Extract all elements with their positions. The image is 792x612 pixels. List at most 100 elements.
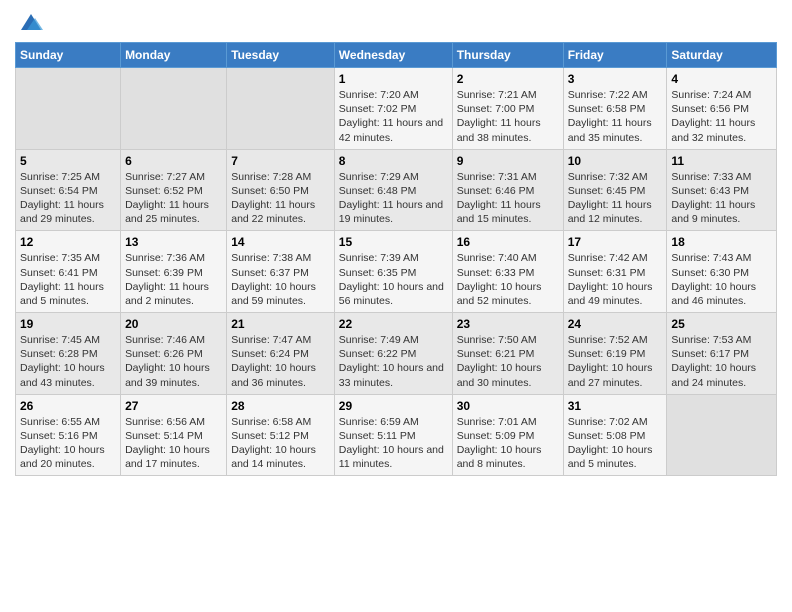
calendar-table: SundayMondayTuesdayWednesdayThursdayFrid… bbox=[15, 42, 777, 476]
calendar-cell: 2Sunrise: 7:21 AMSunset: 7:00 PMDaylight… bbox=[452, 68, 563, 150]
day-info: Sunrise: 7:43 AMSunset: 6:30 PMDaylight:… bbox=[671, 251, 772, 308]
calendar-cell: 23 Sunrise: 7:50 AMSunset: 6:21 PMDayligh… bbox=[452, 313, 563, 395]
day-number: 11 bbox=[671, 154, 772, 168]
day-info: Sunrise: 7:02 AMSunset: 5:08 PMDaylight:… bbox=[568, 415, 663, 472]
calendar-cell: 21Sunrise: 7:47 AMSunset: 6:24 PMDayligh… bbox=[227, 313, 335, 395]
calendar-cell: 3 Sunrise: 7:22 AMSunset: 6:58 PMDaylight… bbox=[563, 68, 667, 150]
day-number: 3 bbox=[568, 72, 663, 86]
day-number: 5 bbox=[20, 154, 116, 168]
weekday-monday: Monday bbox=[121, 43, 227, 68]
calendar-cell bbox=[667, 394, 777, 476]
weekday-header-row: SundayMondayTuesdayWednesdayThursdayFrid… bbox=[16, 43, 777, 68]
calendar-cell: 22Sunrise: 7:49 AMSunset: 6:22 PMDayligh… bbox=[334, 313, 452, 395]
day-info: Sunrise: 6:55 AMSunset: 5:16 PMDaylight:… bbox=[20, 415, 116, 472]
day-number: 13 bbox=[125, 235, 222, 249]
calendar-cell: 27 Sunrise: 6:56 AMSunset: 5:14 PMDayligh… bbox=[121, 394, 227, 476]
day-info: Sunrise: 6:56 AMSunset: 5:14 PMDaylight:… bbox=[125, 415, 222, 472]
calendar-cell: 4 Sunrise: 7:24 AMSunset: 6:56 PMDaylight… bbox=[667, 68, 777, 150]
day-number: 30 bbox=[457, 399, 559, 413]
day-number: 31 bbox=[568, 399, 663, 413]
calendar-cell: 1 Sunrise: 7:20 AMSunset: 7:02 PMDaylight… bbox=[334, 68, 452, 150]
calendar-cell: 19 Sunrise: 7:45 AMSunset: 6:28 PMDayligh… bbox=[16, 313, 121, 395]
weekday-thursday: Thursday bbox=[452, 43, 563, 68]
calendar-cell: 17 Sunrise: 7:42 AMSunset: 6:31 PMDayligh… bbox=[563, 231, 667, 313]
calendar-cell: 6 Sunrise: 7:27 AMSunset: 6:52 PMDaylight… bbox=[121, 149, 227, 231]
weekday-saturday: Saturday bbox=[667, 43, 777, 68]
calendar-cell: 31 Sunrise: 7:02 AMSunset: 5:08 PMDayligh… bbox=[563, 394, 667, 476]
day-info: Sunrise: 7:27 AMSunset: 6:52 PMDaylight:… bbox=[125, 170, 222, 227]
calendar-cell: 5Sunrise: 7:25 AMSunset: 6:54 PMDaylight… bbox=[16, 149, 121, 231]
week-row-0: 1 Sunrise: 7:20 AMSunset: 7:02 PMDaylight… bbox=[16, 68, 777, 150]
calendar-cell: 7 Sunrise: 7:28 AMSunset: 6:50 PMDaylight… bbox=[227, 149, 335, 231]
calendar-cell: 11 Sunrise: 7:33 AMSunset: 6:43 PMDayligh… bbox=[667, 149, 777, 231]
header bbox=[15, 10, 777, 34]
day-number: 7 bbox=[231, 154, 330, 168]
calendar-cell: 30 Sunrise: 7:01 AMSunset: 5:09 PMDayligh… bbox=[452, 394, 563, 476]
day-info: Sunrise: 7:53 AMSunset: 6:17 PMDaylight:… bbox=[671, 333, 772, 390]
calendar-cell: 10Sunrise: 7:32 AMSunset: 6:45 PMDayligh… bbox=[563, 149, 667, 231]
calendar-cell bbox=[121, 68, 227, 150]
day-number: 21 bbox=[231, 317, 330, 331]
day-info: Sunrise: 7:33 AMSunset: 6:43 PMDaylight:… bbox=[671, 170, 772, 227]
day-number: 26 bbox=[20, 399, 116, 413]
day-info: Sunrise: 7:31 AMSunset: 6:46 PMDaylight:… bbox=[457, 170, 559, 227]
day-number: 4 bbox=[671, 72, 772, 86]
calendar-cell: 15Sunrise: 7:39 AMSunset: 6:35 PMDayligh… bbox=[334, 231, 452, 313]
calendar-cell bbox=[227, 68, 335, 150]
weekday-tuesday: Tuesday bbox=[227, 43, 335, 68]
day-number: 17 bbox=[568, 235, 663, 249]
day-info: Sunrise: 7:40 AMSunset: 6:33 PMDaylight:… bbox=[457, 251, 559, 308]
logo bbox=[15, 10, 43, 34]
day-info: Sunrise: 7:52 AMSunset: 6:19 PMDaylight:… bbox=[568, 333, 663, 390]
day-info: Sunrise: 7:36 AMSunset: 6:39 PMDaylight:… bbox=[125, 251, 222, 308]
calendar-cell: 28 Sunrise: 6:58 AMSunset: 5:12 PMDayligh… bbox=[227, 394, 335, 476]
day-number: 12 bbox=[20, 235, 116, 249]
day-info: Sunrise: 7:24 AMSunset: 6:56 PMDaylight:… bbox=[671, 88, 772, 145]
day-info: Sunrise: 7:28 AMSunset: 6:50 PMDaylight:… bbox=[231, 170, 330, 227]
day-number: 2 bbox=[457, 72, 559, 86]
week-row-4: 26 Sunrise: 6:55 AMSunset: 5:16 PMDayligh… bbox=[16, 394, 777, 476]
weekday-sunday: Sunday bbox=[16, 43, 121, 68]
day-number: 22 bbox=[339, 317, 448, 331]
day-info: Sunrise: 7:01 AMSunset: 5:09 PMDaylight:… bbox=[457, 415, 559, 472]
day-number: 6 bbox=[125, 154, 222, 168]
day-info: Sunrise: 7:32 AMSunset: 6:45 PMDaylight:… bbox=[568, 170, 663, 227]
weekday-wednesday: Wednesday bbox=[334, 43, 452, 68]
day-number: 9 bbox=[457, 154, 559, 168]
calendar-cell: 18 Sunrise: 7:43 AMSunset: 6:30 PMDayligh… bbox=[667, 231, 777, 313]
calendar-cell: 13 Sunrise: 7:36 AMSunset: 6:39 PMDayligh… bbox=[121, 231, 227, 313]
day-info: Sunrise: 7:22 AMSunset: 6:58 PMDaylight:… bbox=[568, 88, 663, 145]
weekday-friday: Friday bbox=[563, 43, 667, 68]
day-number: 1 bbox=[339, 72, 448, 86]
logo-icon bbox=[19, 10, 43, 34]
day-info: Sunrise: 7:38 AMSunset: 6:37 PMDaylight:… bbox=[231, 251, 330, 308]
day-info: Sunrise: 7:50 AMSunset: 6:21 PMDaylight:… bbox=[457, 333, 559, 390]
day-info: Sunrise: 6:59 AMSunset: 5:11 PMDaylight:… bbox=[339, 415, 448, 472]
calendar-cell: 20 Sunrise: 7:46 AMSunset: 6:26 PMDayligh… bbox=[121, 313, 227, 395]
calendar-cell: 24Sunrise: 7:52 AMSunset: 6:19 PMDayligh… bbox=[563, 313, 667, 395]
day-number: 19 bbox=[20, 317, 116, 331]
day-number: 28 bbox=[231, 399, 330, 413]
week-row-3: 19 Sunrise: 7:45 AMSunset: 6:28 PMDayligh… bbox=[16, 313, 777, 395]
calendar-cell: 29Sunrise: 6:59 AMSunset: 5:11 PMDayligh… bbox=[334, 394, 452, 476]
day-number: 8 bbox=[339, 154, 448, 168]
week-row-2: 12 Sunrise: 7:35 AMSunset: 6:41 PMDayligh… bbox=[16, 231, 777, 313]
calendar-cell: 8Sunrise: 7:29 AMSunset: 6:48 PMDaylight… bbox=[334, 149, 452, 231]
day-info: Sunrise: 7:35 AMSunset: 6:41 PMDaylight:… bbox=[20, 251, 116, 308]
day-number: 16 bbox=[457, 235, 559, 249]
day-number: 20 bbox=[125, 317, 222, 331]
day-number: 18 bbox=[671, 235, 772, 249]
day-info: Sunrise: 6:58 AMSunset: 5:12 PMDaylight:… bbox=[231, 415, 330, 472]
day-number: 23 bbox=[457, 317, 559, 331]
calendar-cell: 26 Sunrise: 6:55 AMSunset: 5:16 PMDayligh… bbox=[16, 394, 121, 476]
calendar-page: SundayMondayTuesdayWednesdayThursdayFrid… bbox=[0, 0, 792, 612]
calendar-cell: 14 Sunrise: 7:38 AMSunset: 6:37 PMDayligh… bbox=[227, 231, 335, 313]
calendar-cell: 9 Sunrise: 7:31 AMSunset: 6:46 PMDaylight… bbox=[452, 149, 563, 231]
day-info: Sunrise: 7:46 AMSunset: 6:26 PMDaylight:… bbox=[125, 333, 222, 390]
day-info: Sunrise: 7:42 AMSunset: 6:31 PMDaylight:… bbox=[568, 251, 663, 308]
day-info: Sunrise: 7:45 AMSunset: 6:28 PMDaylight:… bbox=[20, 333, 116, 390]
calendar-cell: 16 Sunrise: 7:40 AMSunset: 6:33 PMDayligh… bbox=[452, 231, 563, 313]
day-info: Sunrise: 7:20 AMSunset: 7:02 PMDaylight:… bbox=[339, 88, 448, 145]
day-number: 27 bbox=[125, 399, 222, 413]
day-number: 14 bbox=[231, 235, 330, 249]
